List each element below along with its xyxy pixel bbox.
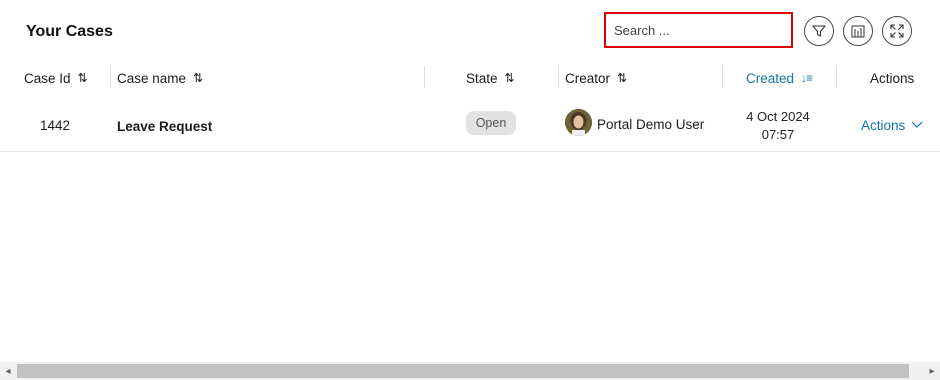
status-badge: Open bbox=[466, 111, 516, 135]
filter-button[interactable] bbox=[804, 16, 834, 46]
sort-icon: ⇅ bbox=[617, 71, 627, 85]
column-label: Case name bbox=[117, 70, 187, 86]
created-cell: 4 Oct 2024 07:57 bbox=[728, 108, 828, 144]
column-header-case-name[interactable]: Case name ⇅ bbox=[117, 62, 203, 94]
column-divider[interactable] bbox=[424, 66, 425, 88]
created-date: 4 Oct 2024 bbox=[746, 109, 810, 124]
sort-icon: ⇅ bbox=[77, 71, 88, 85]
table-header: Case Id ⇅ Case name ⇅ State ⇅ Creator ⇅ … bbox=[0, 62, 940, 94]
column-divider[interactable] bbox=[558, 66, 559, 88]
fullscreen-button[interactable] bbox=[882, 16, 912, 46]
column-settings-button[interactable] bbox=[843, 16, 873, 46]
column-divider[interactable] bbox=[836, 66, 837, 88]
horizontal-scrollbar[interactable]: ◂ ▸ bbox=[0, 362, 940, 380]
case-name-cell[interactable]: Leave Request bbox=[117, 119, 212, 134]
column-header-creator[interactable]: Creator ⇅ bbox=[565, 62, 627, 94]
fullscreen-expand-icon bbox=[890, 24, 904, 38]
page-title: Your Cases bbox=[26, 23, 113, 40]
column-settings-icon bbox=[851, 25, 865, 38]
column-divider[interactable] bbox=[110, 66, 111, 88]
created-time: 07:57 bbox=[761, 127, 795, 142]
creator-cell: Portal Demo User bbox=[597, 117, 705, 132]
chevron-down-icon bbox=[911, 121, 923, 128]
case-id-cell: 1442 bbox=[40, 118, 71, 133]
column-label: Case Id bbox=[24, 70, 71, 86]
column-label: State bbox=[466, 70, 498, 86]
filter-icon bbox=[812, 25, 826, 37]
column-header-state[interactable]: State ⇅ bbox=[466, 62, 515, 94]
column-label: Actions bbox=[870, 70, 915, 86]
sort-descending-icon: ↓≡ bbox=[801, 71, 813, 85]
avatar bbox=[565, 109, 592, 136]
column-header-created[interactable]: Created ↓≡ bbox=[746, 62, 813, 94]
actions-label: Actions bbox=[861, 118, 906, 133]
column-header-actions: Actions bbox=[870, 62, 914, 94]
actions-dropdown[interactable]: Actions bbox=[861, 118, 923, 133]
sort-icon: ⇅ bbox=[504, 71, 515, 85]
column-label: Creator bbox=[565, 70, 611, 86]
table-row[interactable]: 1442 Leave Request Open Portal Demo User… bbox=[0, 100, 940, 152]
search-input[interactable] bbox=[604, 12, 793, 48]
scrollbar-thumb[interactable] bbox=[17, 364, 909, 378]
column-label: Created bbox=[746, 70, 795, 86]
sort-icon: ⇅ bbox=[193, 71, 203, 85]
scroll-left-icon[interactable]: ◂ bbox=[2, 364, 14, 378]
scroll-right-icon[interactable]: ▸ bbox=[926, 364, 938, 378]
column-header-case-id[interactable]: Case Id ⇅ bbox=[24, 62, 88, 94]
column-divider[interactable] bbox=[722, 66, 723, 88]
